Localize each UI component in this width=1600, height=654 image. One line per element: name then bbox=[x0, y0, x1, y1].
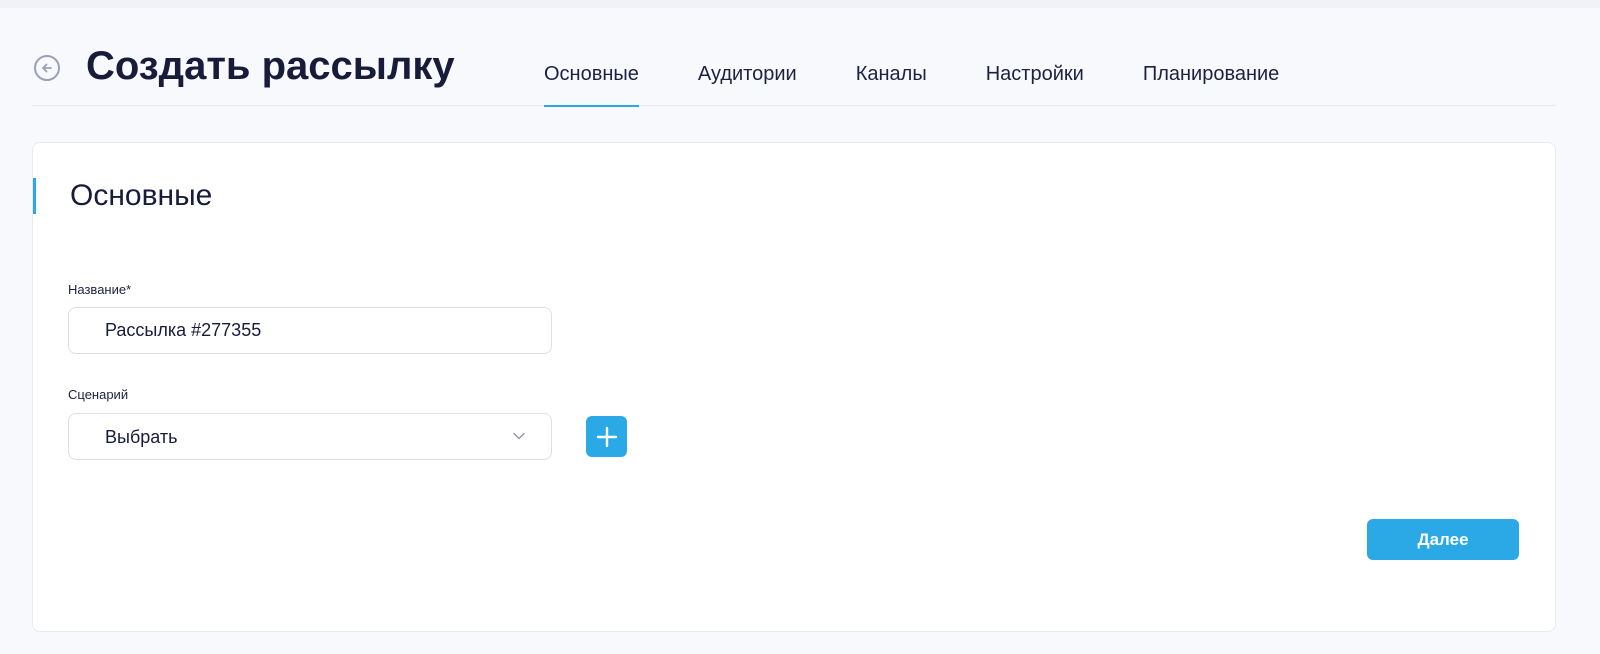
tab-main[interactable]: Основные bbox=[544, 8, 639, 107]
add-scenario-button[interactable] bbox=[586, 416, 627, 457]
name-input[interactable] bbox=[68, 307, 552, 354]
top-strip bbox=[0, 0, 1600, 8]
page-title: Создать рассылку bbox=[86, 44, 455, 88]
tab-channels[interactable]: Каналы bbox=[856, 8, 927, 106]
tab-label: Основные bbox=[544, 63, 639, 85]
tab-label: Каналы bbox=[855, 63, 927, 85]
back-button[interactable] bbox=[34, 55, 60, 81]
scenario-select-value: Выбрать bbox=[105, 427, 178, 447]
page-header: Создать рассылку Основные Аудитории Кана… bbox=[32, 8, 1556, 107]
tab-settings[interactable]: Настройки bbox=[986, 8, 1084, 106]
tab-audiences[interactable]: Аудитории bbox=[698, 8, 797, 106]
tab-planning[interactable]: Планирование bbox=[1143, 8, 1280, 106]
tab-label: Аудитории bbox=[697, 63, 797, 85]
scenario-select[interactable]: Выбрать bbox=[68, 413, 552, 460]
tab-label: Планирование bbox=[1142, 63, 1280, 85]
tab-label: Настройки bbox=[985, 63, 1084, 85]
name-field-label: Название* bbox=[68, 282, 132, 297]
next-button[interactable]: Далее bbox=[1367, 519, 1519, 560]
form-card: Основные Название* Сценарий Выбрать Дале… bbox=[32, 142, 1556, 632]
chevron-down-icon bbox=[513, 432, 525, 440]
plus-icon bbox=[596, 426, 617, 447]
tab-bar: Основные Аудитории Каналы Настройки План… bbox=[544, 8, 1338, 107]
section-accent-bar bbox=[33, 178, 36, 214]
scenario-field-label: Сценарий bbox=[68, 387, 129, 402]
arrow-left-circle-icon bbox=[42, 63, 52, 73]
section-title: Основные bbox=[70, 179, 213, 212]
